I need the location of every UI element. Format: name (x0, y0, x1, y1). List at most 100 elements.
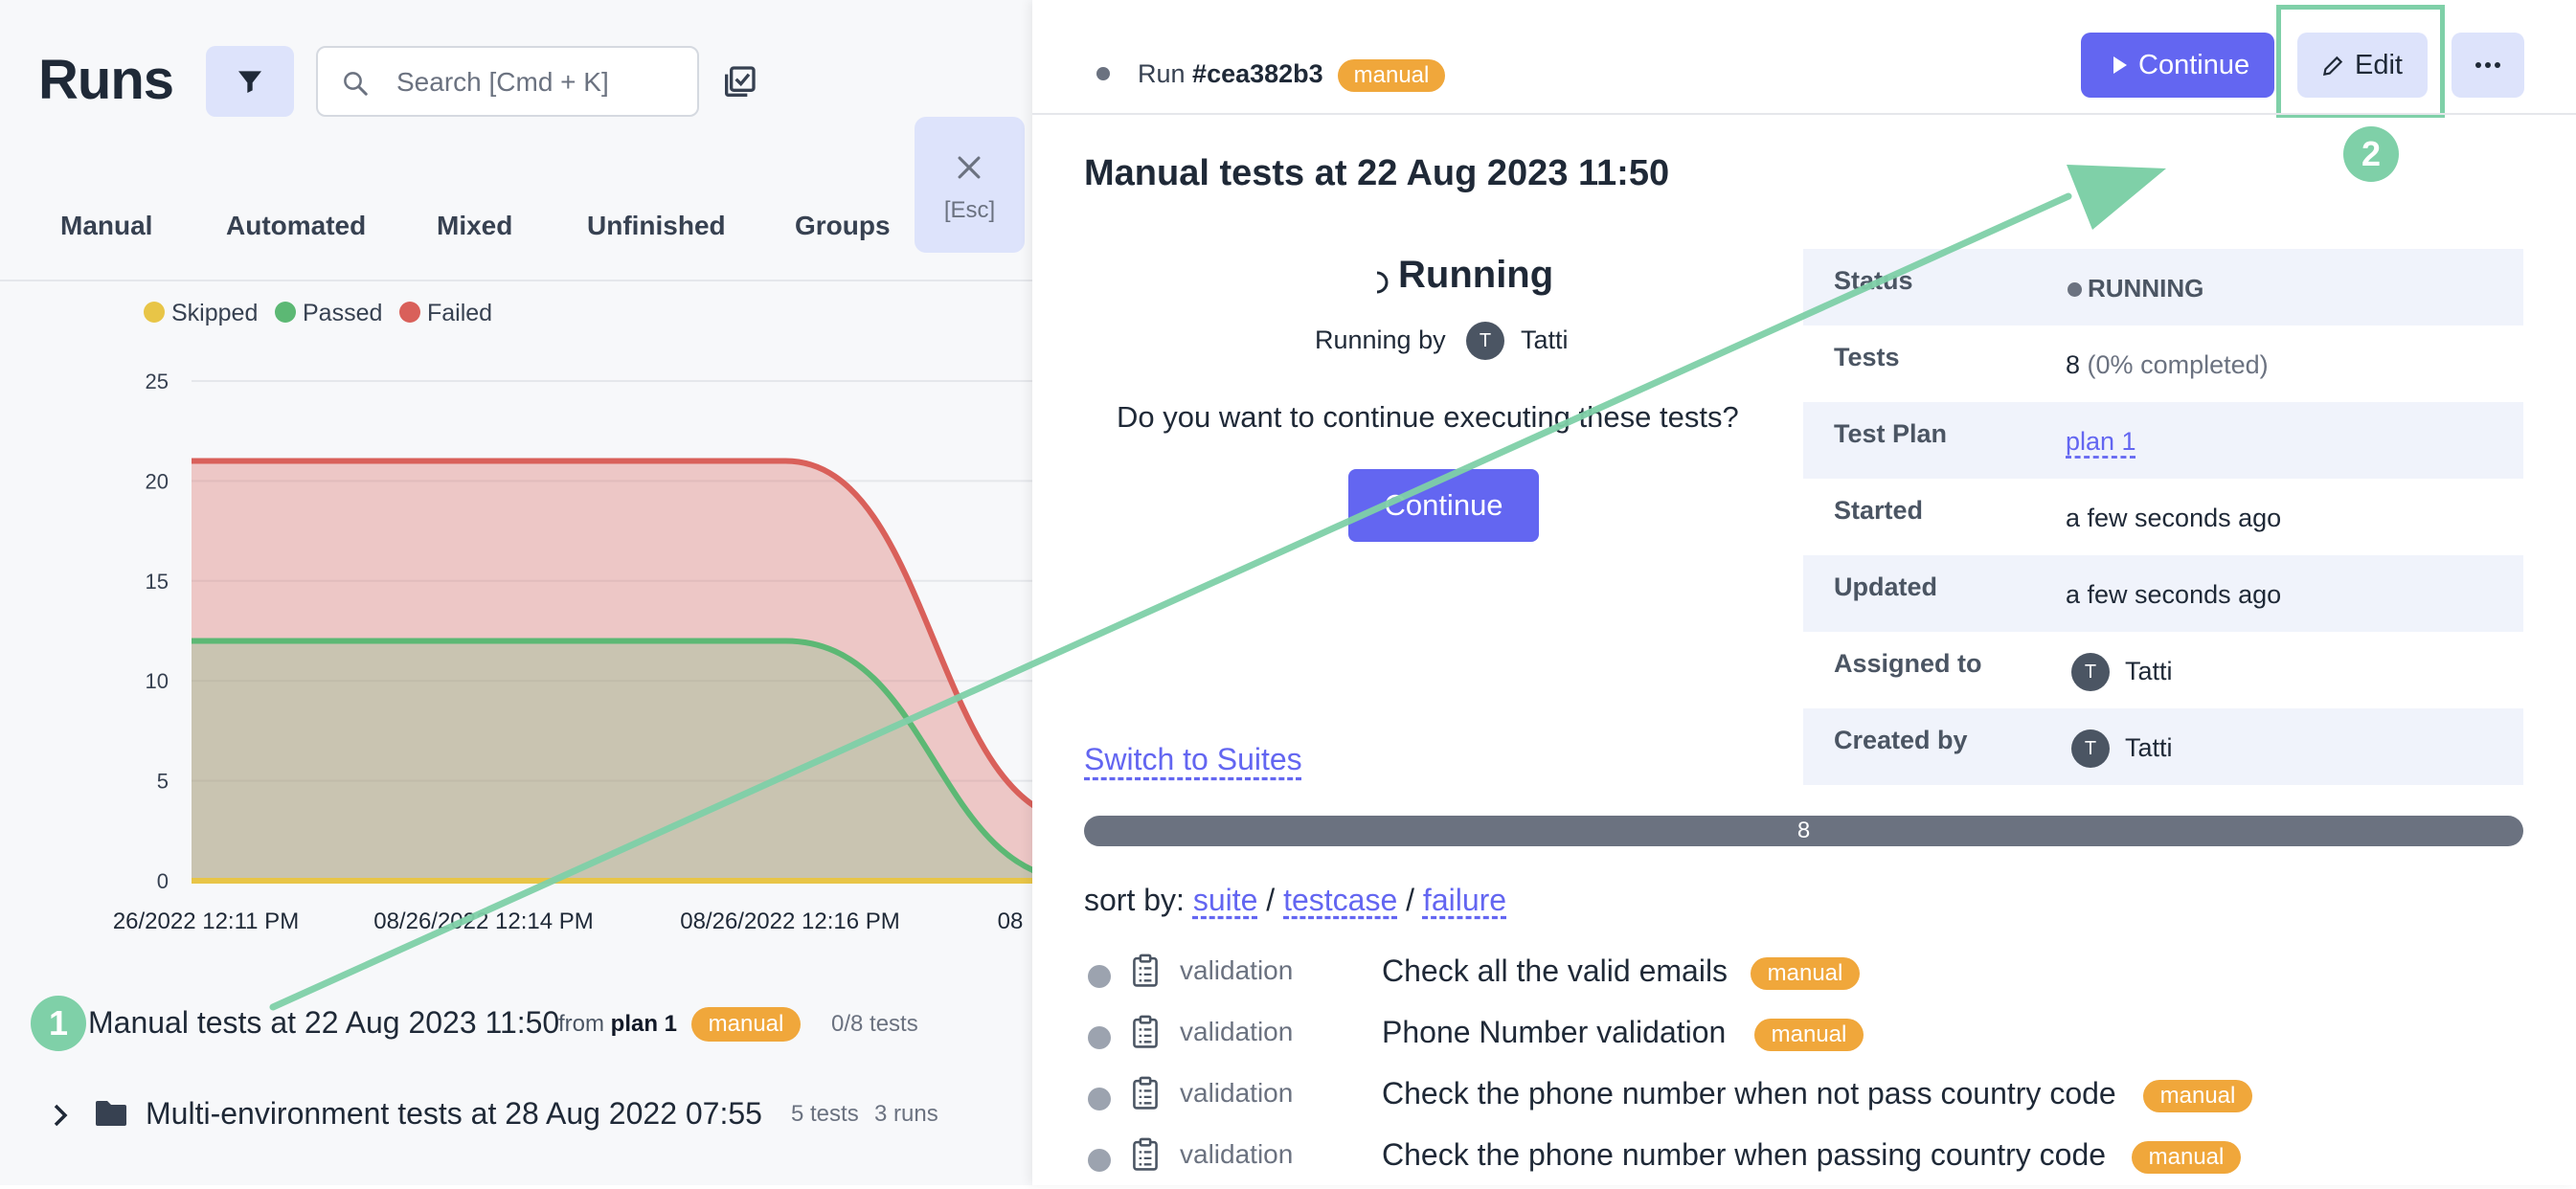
detail-label: Created by (1834, 726, 1968, 754)
legend-skipped-label: Skipped (171, 300, 259, 326)
detail-label: Status (1834, 266, 1913, 295)
play-icon (2113, 56, 2127, 74)
clipboard-icon (1133, 1076, 1158, 1110)
y-tick-label: 0 (157, 869, 169, 893)
tab-automated[interactable]: Automated (226, 211, 366, 241)
y-tick-label: 20 (146, 469, 169, 493)
test-status-dot (1088, 965, 1111, 988)
test-status-dot (1088, 1149, 1111, 1172)
tab-mixed[interactable]: Mixed (437, 211, 512, 241)
test-type-badge: manual (2132, 1141, 2241, 1174)
multi-select-icon[interactable] (720, 63, 758, 101)
avatar: T (2071, 729, 2110, 768)
x-tick-label: 08/26/2022 12:14 PM (373, 909, 594, 934)
run-plan-name: plan 1 (610, 1011, 678, 1037)
run-title[interactable]: Manual tests at 22 Aug 2023 11:50 (88, 1005, 559, 1041)
detail-label: Started (1834, 496, 1924, 525)
y-tick-label: 10 (146, 669, 169, 693)
test-suite: validation (1180, 1017, 1294, 1046)
legend-passed-label: Passed (303, 300, 383, 326)
annotation-marker-2: 2 (2343, 126, 2399, 182)
test-row[interactable]: validation Phone Number validation manua… (1084, 1009, 2520, 1066)
run-plan: from plan 1 (558, 1011, 677, 1038)
test-suite: validation (1180, 1139, 1294, 1169)
run-test-count: 0/8 tests (831, 1011, 918, 1037)
annotation-marker-1: 1 (31, 996, 86, 1051)
detail-label: Updated (1834, 572, 1937, 601)
search-placeholder: Search [Cmd + K] (396, 67, 609, 97)
sort-by-failure-link[interactable]: failure (1423, 883, 1506, 917)
x-tick-label: 08/26/2022 12:16 PM (680, 909, 900, 934)
run-detail-title: Manual tests at 22 Aug 2023 11:50 (1084, 153, 1670, 193)
test-row[interactable]: validation Check all the valid emails ma… (1084, 948, 2520, 1005)
continue-button[interactable]: Continue (2081, 33, 2274, 98)
clipboard-icon (1133, 1015, 1158, 1048)
detail-row-created-by: Created by T Tatti (1803, 708, 2523, 785)
tab-manual[interactable]: Manual (60, 211, 152, 241)
close-panel-button[interactable]: [Esc] (915, 117, 1025, 253)
detail-row-test-plan: Test Plan plan 1 (1803, 402, 2523, 479)
run-type-badge-header: manual (1338, 59, 1445, 92)
test-plan-link[interactable]: plan 1 (2066, 427, 2136, 457)
filter-button[interactable] (206, 46, 294, 117)
test-title: Phone Number validation (1382, 1015, 1727, 1049)
more-options-button[interactable] (2452, 33, 2524, 98)
tests-value: 8 (0% completed) (2066, 350, 2269, 380)
test-row[interactable]: validation Check the phone number when p… (1084, 1132, 2520, 1189)
run-status-dot (1096, 67, 1110, 80)
run-group-run-count: 3 runs (874, 1101, 938, 1127)
progress-bar: 8 (1084, 816, 2523, 846)
continue-executing-button[interactable]: Continue (1348, 469, 1539, 542)
continue-question: Do you want to continue executing these … (1117, 400, 1739, 434)
run-id-label: Run #cea382b3 (1138, 59, 1323, 89)
test-status-dot (1088, 1026, 1111, 1049)
run-from-label: from (558, 1011, 604, 1037)
x-tick-label: 08 (998, 909, 1024, 934)
test-type-badge: manual (2143, 1080, 2252, 1112)
test-suite: validation (1180, 1078, 1294, 1108)
close-icon (958, 156, 981, 179)
switch-to-suites-link[interactable]: Switch to Suites (1084, 742, 1302, 777)
legend-failed-swatch (399, 302, 420, 323)
status-badge: RUNNING (2068, 274, 2203, 303)
updated-value: a few seconds ago (2066, 580, 2282, 609)
run-group-title[interactable]: Multi-environment tests at 28 Aug 2022 0… (146, 1096, 762, 1132)
y-tick-label: 25 (146, 370, 169, 393)
status-value: RUNNING (2088, 274, 2204, 303)
y-tick-label: 5 (157, 770, 169, 794)
created-by-value: Tatti (2125, 733, 2173, 762)
detail-row-status: Status RUNNING (1803, 249, 2523, 325)
sort-controls: sort by: suite / testcase / failure (1084, 883, 1507, 917)
test-title: Check the phone number when not pass cou… (1382, 1076, 2116, 1110)
header-divider (1032, 113, 2576, 115)
sort-by-testcase-link[interactable]: testcase (1283, 883, 1397, 917)
continue-button-label: Continue (2138, 50, 2250, 80)
running-by-label: Running by (1315, 325, 1446, 354)
tabs-divider (0, 280, 1032, 281)
tab-groups[interactable]: Groups (795, 211, 891, 241)
avatar: T (2071, 653, 2110, 691)
detail-row-started: Started a few seconds ago (1803, 479, 2523, 555)
page-title: Runs (38, 49, 174, 111)
legend-skipped-swatch (144, 302, 165, 323)
tab-unfinished[interactable]: Unfinished (587, 211, 726, 241)
search-input[interactable]: Search [Cmd + K] (316, 46, 699, 117)
chevron-right-icon[interactable] (50, 1103, 71, 1128)
detail-row-assigned-to: Assigned to T Tatti (1803, 632, 2523, 708)
spinner-icon (1376, 271, 1389, 294)
run-status-heading: Running (1398, 254, 1554, 296)
filter-icon (238, 71, 261, 93)
status-dot (2068, 282, 2082, 297)
started-value: a few seconds ago (2066, 504, 2282, 532)
sort-by-suite-link[interactable]: suite (1193, 883, 1258, 917)
search-icon (344, 72, 368, 96)
clipboard-icon (1133, 953, 1158, 987)
test-status-dot (1088, 1088, 1111, 1110)
run-type-badge: manual (691, 1007, 801, 1042)
test-title: Check the phone number when passing coun… (1382, 1137, 2107, 1172)
clipboard-icon (1133, 1137, 1158, 1171)
test-row[interactable]: validation Check the phone number when n… (1084, 1070, 2520, 1128)
detail-row-tests: Tests 8 (0% completed) (1803, 325, 2523, 402)
y-tick-label: 15 (146, 570, 169, 594)
avatar: T (1466, 322, 1504, 360)
